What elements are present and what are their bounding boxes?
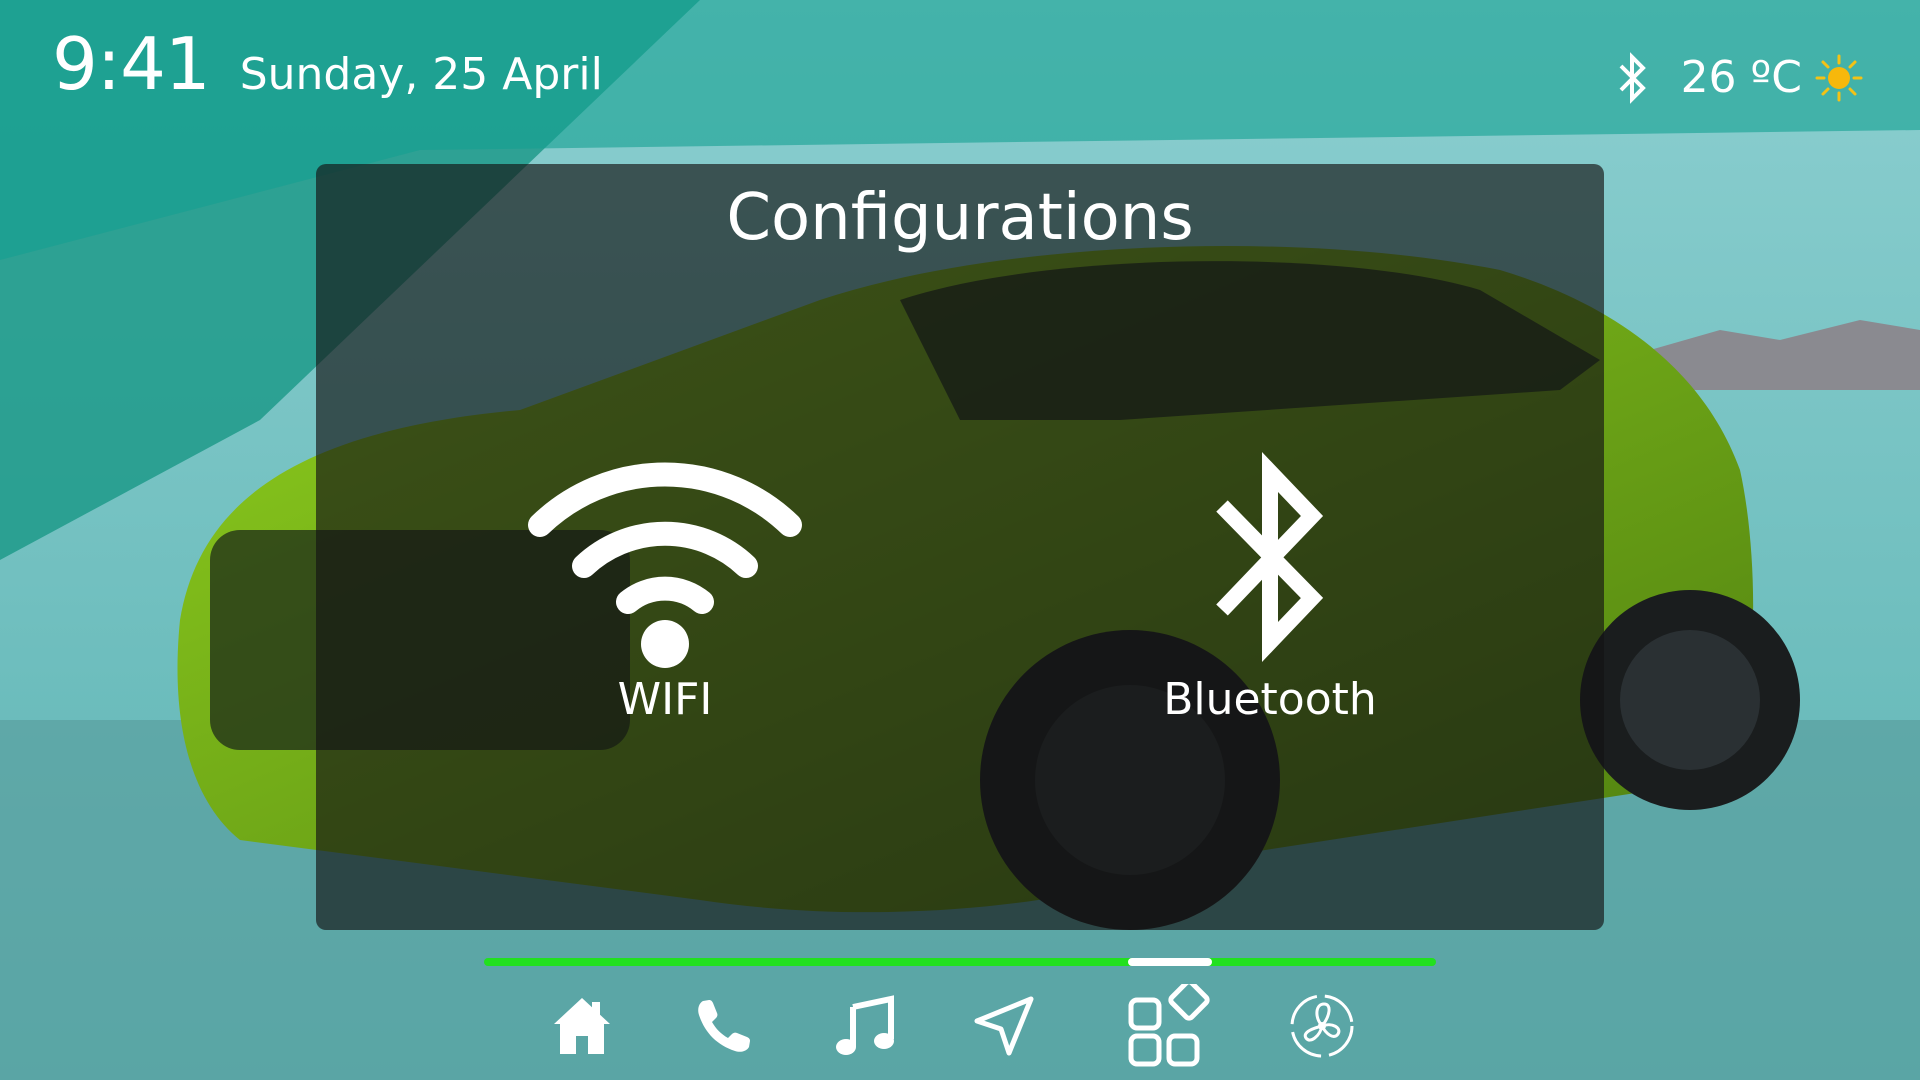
- nav-navigation[interactable]: [964, 986, 1044, 1066]
- home-icon: [554, 998, 610, 1054]
- clock: 9:41: [52, 22, 211, 106]
- nav-climate[interactable]: [1282, 986, 1362, 1066]
- wifi-label: WIFI: [617, 674, 713, 725]
- bluetooth-label: Bluetooth: [1163, 674, 1377, 725]
- page-indicator-track: [484, 958, 1436, 966]
- nav-music[interactable]: [826, 986, 906, 1066]
- status-bar-left: 9:41 Sunday, 25 April: [52, 28, 603, 100]
- apps-icon: [1128, 984, 1210, 1067]
- page-indicator-thumb[interactable]: [1128, 958, 1212, 966]
- bluetooth-icon: [1216, 452, 1324, 662]
- phone-icon: [698, 1000, 750, 1052]
- configurations-panel: [316, 164, 1604, 930]
- navigation-icon: [974, 996, 1034, 1056]
- bluetooth-icon: [1619, 52, 1646, 104]
- date-label: Sunday, 25 April: [239, 49, 603, 100]
- bottom-nav: [0, 984, 1920, 1067]
- nav-home[interactable]: [542, 986, 622, 1066]
- music-icon: [836, 995, 894, 1055]
- page-indicator: [484, 958, 1436, 966]
- wifi-option[interactable]: WIFI: [520, 452, 810, 722]
- sun-icon: [1815, 54, 1863, 102]
- bluetooth-option[interactable]: Bluetooth: [1150, 446, 1390, 722]
- nav-apps[interactable]: [1126, 984, 1220, 1067]
- status-bar-right: 26 ºC: [1615, 50, 1864, 106]
- wifi-icon: [528, 462, 802, 668]
- nav-phone[interactable]: [684, 986, 764, 1066]
- panel-title: Configurations: [726, 181, 1194, 255]
- temperature-label: 26 ºC: [1680, 52, 1802, 103]
- fan-icon: [1290, 994, 1354, 1058]
